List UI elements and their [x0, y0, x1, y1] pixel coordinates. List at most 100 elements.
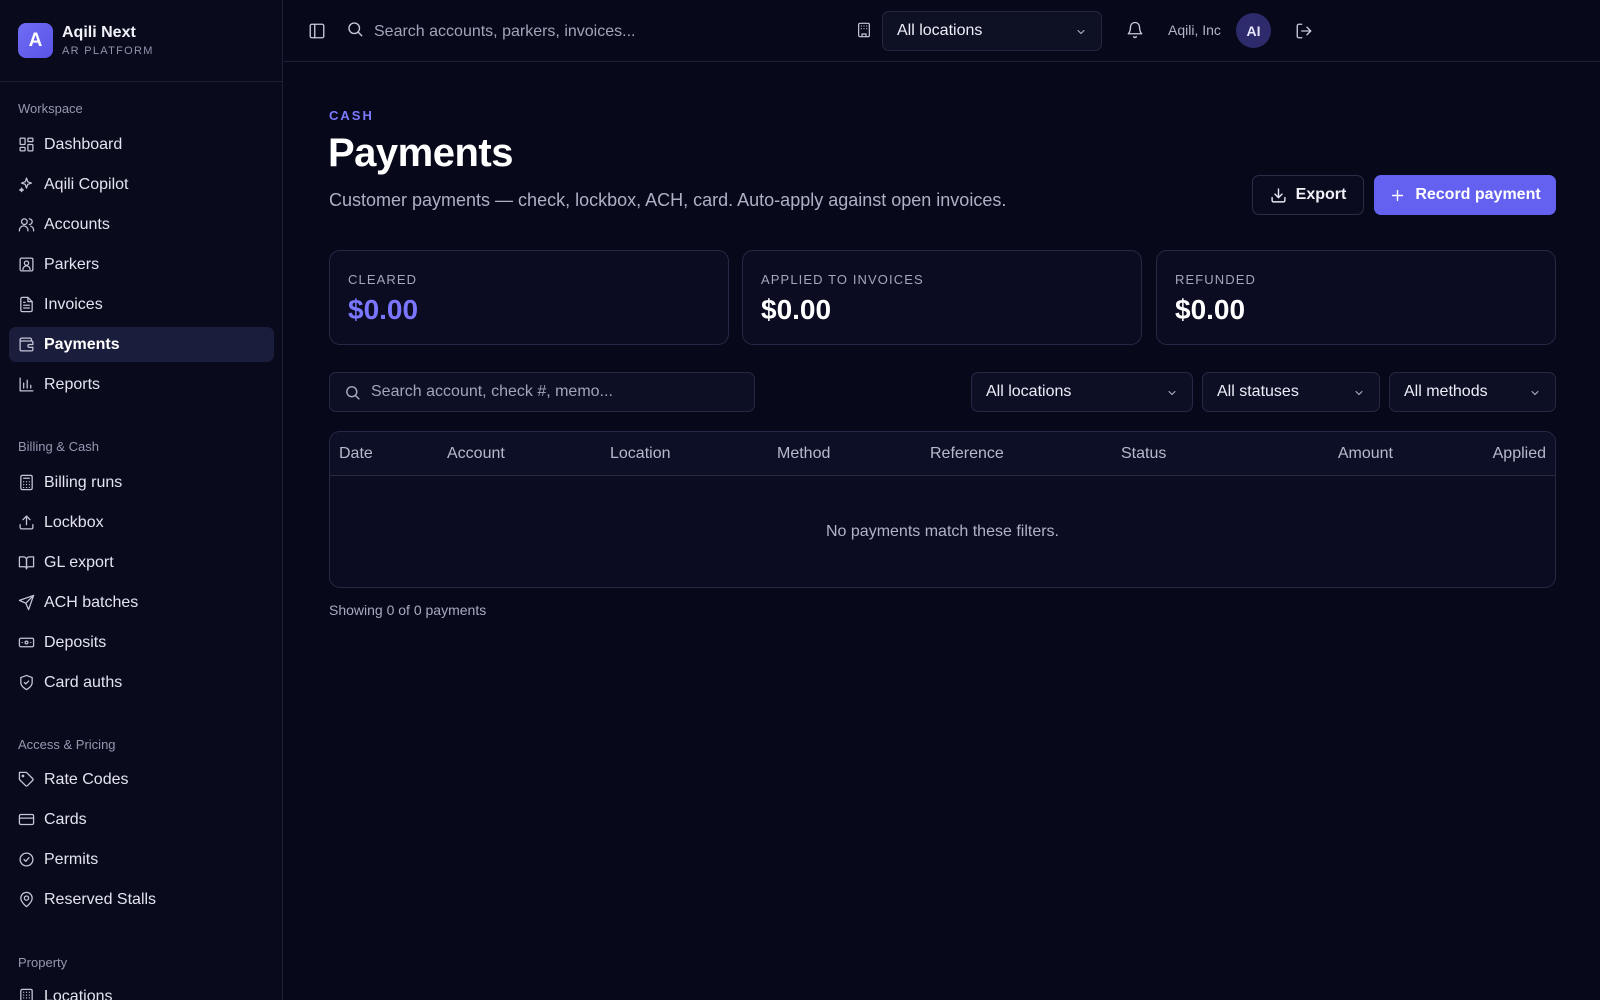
sidebar-item-label: Dashboard [44, 135, 123, 153]
stat-label: CLEARED [348, 272, 418, 287]
org-name: Aqili, Inc [1168, 22, 1221, 38]
sidebar-item-label: Lockbox [44, 513, 104, 531]
chevron-down-icon [1353, 386, 1365, 404]
sidebar-toggle-button[interactable] [308, 22, 326, 45]
building-icon [856, 22, 872, 43]
stat-card-applied: APPLIED TO INVOICES $0.00 [742, 250, 1142, 345]
column-header-account[interactable]: Account [447, 445, 505, 463]
payments-table: Date Account Location Method Reference S… [329, 431, 1556, 588]
sidebar-item-label: Aqili Copilot [44, 175, 129, 193]
sidebar: A Aqili Next AR PLATFORM Workspace Dashb… [0, 0, 283, 1000]
log-out-icon [1296, 23, 1312, 39]
brand-logo: A [18, 23, 53, 58]
sidebar-item-label: Card auths [44, 673, 123, 691]
sidebar-item-card-auths[interactable]: Card auths [9, 665, 274, 700]
export-button-label: Export [1295, 186, 1347, 203]
sidebar-item-label: Cards [44, 810, 87, 828]
sidebar-item-label: Reports [44, 375, 101, 393]
sidebar-item-reserved-stalls[interactable]: Reserved Stalls [9, 882, 274, 917]
tag-icon [18, 771, 34, 787]
sidebar-item-ach-batches[interactable]: ACH batches [9, 585, 274, 620]
stat-card-refunded: REFUNDED $0.00 [1156, 250, 1556, 345]
sidebar-item-reports[interactable]: Reports [9, 367, 274, 402]
avatar[interactable]: AI [1236, 13, 1271, 48]
global-search[interactable] [346, 20, 814, 43]
bell-icon [1127, 21, 1143, 39]
export-button[interactable]: Export [1252, 175, 1364, 215]
id-card-icon [19, 257, 34, 272]
sidebar-item-payments[interactable]: Payments [9, 327, 274, 362]
sidebar-item-label: Parkers [44, 255, 100, 273]
nav-section-workspace: Workspace [18, 101, 83, 116]
brand-subtitle: AR PLATFORM [62, 45, 154, 57]
nav-section-billing-cash: Billing & Cash [18, 439, 99, 454]
brand[interactable]: A Aqili Next AR PLATFORM [0, 0, 282, 82]
search-icon [346, 385, 360, 400]
upload-icon [19, 515, 34, 530]
sidebar-item-label: Payments [44, 335, 120, 353]
sidebar-item-gl-export[interactable]: GL export [9, 545, 274, 580]
status-filter[interactable]: All statuses [1202, 372, 1380, 412]
credit-card-icon [18, 813, 35, 826]
sidebar-item-locations[interactable]: Locations [9, 979, 274, 1000]
banknote-icon [18, 637, 35, 648]
column-header-applied[interactable]: Applied [1493, 445, 1546, 463]
app-root: A Aqili Next AR PLATFORM Workspace Dashb… [0, 0, 1600, 1000]
sparkles-icon [18, 177, 33, 193]
users-icon [18, 218, 35, 232]
file-text-icon [20, 296, 33, 313]
payments-search-input[interactable] [371, 383, 731, 401]
topbar-location-select[interactable]: All locations [882, 11, 1102, 51]
building-icon [20, 988, 33, 1000]
dashboard-icon [19, 137, 34, 152]
sidebar-item-label: Permits [44, 850, 99, 868]
sidebar-item-accounts[interactable]: Accounts [9, 207, 274, 242]
stat-value: $0.00 [348, 294, 419, 325]
column-header-reference[interactable]: Reference [930, 445, 1004, 463]
method-filter-value: All methods [1404, 383, 1488, 400]
global-search-input[interactable] [374, 22, 814, 41]
sidebar-item-aqili-copilot[interactable]: Aqili Copilot [9, 167, 274, 202]
sidebar-item-label: Locations [44, 987, 113, 1000]
stat-value: $0.00 [1175, 294, 1246, 325]
sidebar-item-dashboard[interactable]: Dashboard [9, 127, 274, 162]
sidebar-item-lockbox[interactable]: Lockbox [9, 505, 274, 540]
table-footer-count: Showing 0 of 0 payments [329, 602, 487, 618]
sidebar-item-parkers[interactable]: Parkers [9, 247, 274, 282]
column-header-location[interactable]: Location [610, 445, 671, 463]
nav-section-property: Property [18, 955, 68, 970]
sidebar-item-cards[interactable]: Cards [9, 802, 274, 837]
sidebar-item-deposits[interactable]: Deposits [9, 625, 274, 660]
record-payment-button[interactable]: Record payment [1374, 175, 1556, 215]
page-description: Customer payments — check, lockbox, ACH,… [329, 190, 1007, 210]
status-filter-value: All statuses [1217, 383, 1299, 400]
chevron-down-icon [1075, 25, 1087, 43]
badge-check-icon [19, 852, 34, 867]
record-payment-button-label: Record payment [1415, 186, 1541, 203]
sidebar-item-billing-runs[interactable]: Billing runs [9, 465, 274, 500]
method-filter[interactable]: All methods [1389, 372, 1556, 412]
location-filter[interactable]: All locations [971, 372, 1193, 412]
sidebar-item-label: Billing runs [44, 473, 123, 491]
payments-search[interactable] [329, 372, 755, 412]
stat-card-cleared: CLEARED $0.00 [329, 250, 729, 345]
column-header-date[interactable]: Date [339, 445, 373, 463]
notifications-button[interactable] [1126, 21, 1144, 44]
search-icon [346, 20, 364, 43]
sidebar-item-permits[interactable]: Permits [9, 842, 274, 877]
wallet-icon [19, 337, 34, 352]
sidebar-item-label: GL export [44, 553, 114, 571]
sidebar-item-invoices[interactable]: Invoices [9, 287, 274, 322]
column-header-method[interactable]: Method [777, 445, 830, 463]
logout-button[interactable] [1295, 22, 1313, 45]
calculator-icon [20, 474, 33, 491]
shield-check-icon [20, 674, 33, 691]
send-icon [18, 594, 35, 611]
sidebar-item-rate-codes[interactable]: Rate Codes [9, 762, 274, 797]
column-header-status[interactable]: Status [1121, 445, 1166, 463]
sidebar-item-label: Reserved Stalls [44, 890, 157, 908]
sidebar-item-label: ACH batches [44, 593, 139, 611]
column-header-amount[interactable]: Amount [1338, 445, 1393, 463]
stat-label: APPLIED TO INVOICES [761, 272, 924, 287]
sidebar-item-label: Deposits [44, 633, 107, 651]
